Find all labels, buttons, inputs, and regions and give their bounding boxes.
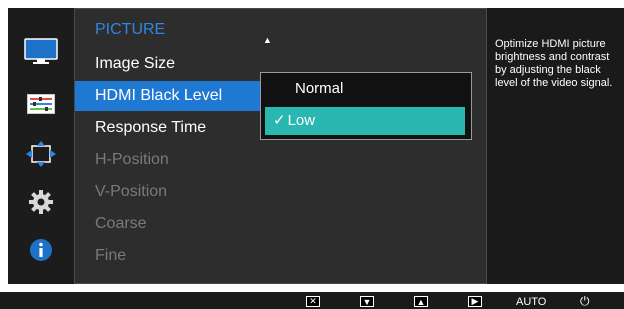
power-icon[interactable]: ⏻	[580, 294, 590, 309]
description-text: Optimize HDMI picture brightness and con…	[495, 38, 613, 89]
down-arrow-icon: ▼	[360, 296, 374, 307]
close-key[interactable]: ✕	[306, 294, 320, 309]
setup-gear-icon[interactable]	[24, 188, 58, 216]
color-settings-icon[interactable]	[24, 90, 58, 118]
menu-item-coarse: Coarse	[95, 215, 147, 232]
menu-item-hdmi-black-level[interactable]: HDMI Black Level	[75, 81, 261, 111]
menu-item-fine: Fine	[95, 247, 127, 264]
picture-menu-panel: PICTURE ▲ Image Size HDMI Black Level Re…	[74, 8, 487, 284]
size-position-icon[interactable]	[24, 140, 58, 168]
option-normal[interactable]: Normal	[265, 75, 465, 103]
option-normal-label: Normal	[295, 80, 344, 97]
option-low-label: Low	[287, 112, 316, 129]
option-low[interactable]: ✓ Low	[265, 107, 465, 135]
menu-title: PICTURE	[95, 21, 166, 38]
close-icon: ✕	[306, 296, 320, 307]
right-arrow-icon: ▶	[468, 296, 482, 307]
hdmi-black-level-submenu: Normal ✓ Low	[260, 72, 472, 140]
enter-key[interactable]: ▶	[468, 294, 482, 309]
monitor-picture-icon[interactable]	[24, 38, 58, 66]
osd-sidebar	[8, 8, 74, 284]
down-key[interactable]: ▼	[360, 294, 374, 309]
checkmark-icon: ✓	[273, 112, 286, 129]
auto-key[interactable]: AUTO	[516, 294, 546, 309]
menu-item-h-position: H-Position	[95, 151, 169, 168]
menu-item-response-time[interactable]: Response Time	[75, 113, 261, 143]
up-arrow-icon: ▲	[414, 296, 428, 307]
scroll-up-icon: ▲	[263, 35, 272, 45]
up-key[interactable]: ▲	[414, 294, 428, 309]
menu-item-image-size[interactable]: Image Size	[75, 49, 261, 79]
information-icon[interactable]	[24, 236, 58, 264]
menu-item-v-position: V-Position	[95, 183, 168, 200]
description-panel: Optimize HDMI picture brightness and con…	[487, 8, 624, 284]
